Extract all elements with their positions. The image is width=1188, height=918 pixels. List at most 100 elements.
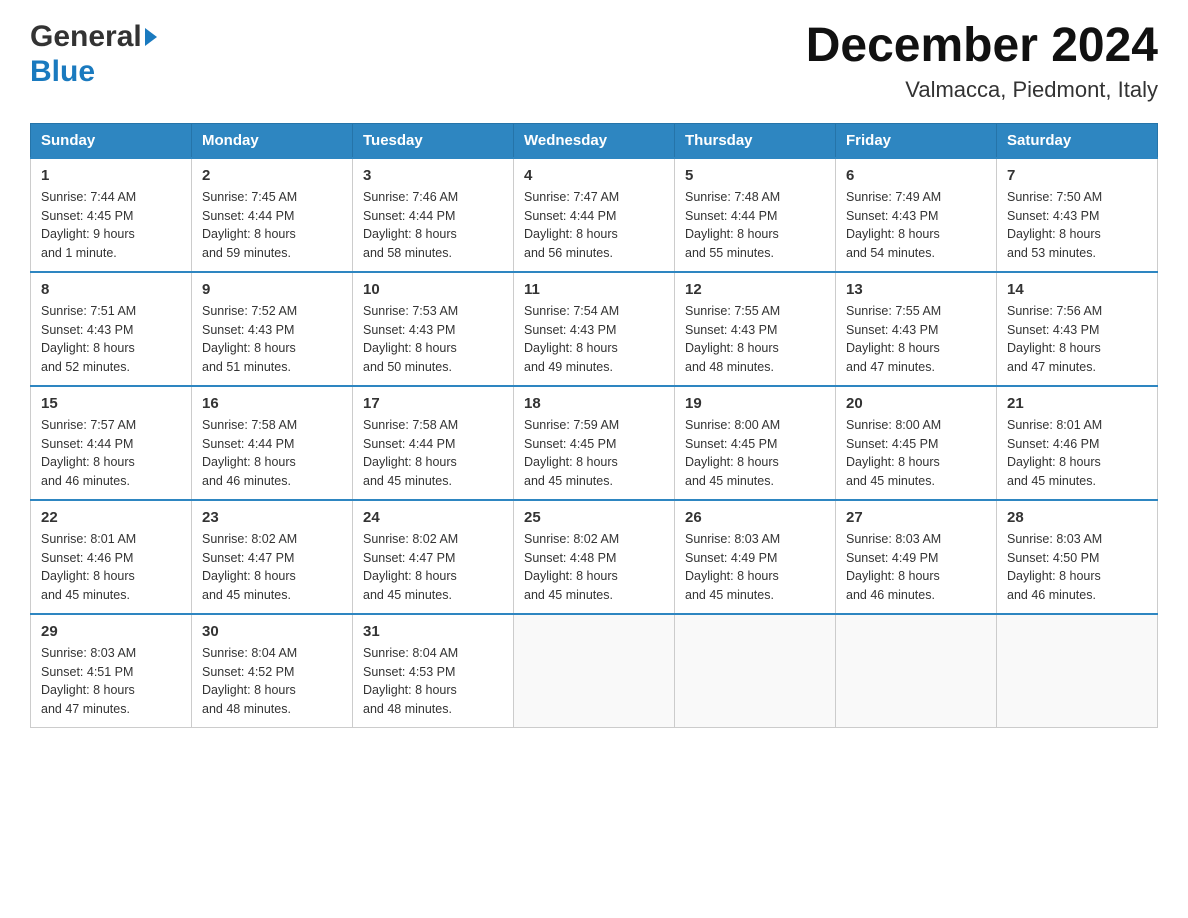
page-subtitle: Valmacca, Piedmont, Italy [806, 77, 1158, 103]
day-cell: 15 Sunrise: 7:57 AMSunset: 4:44 PMDaylig… [31, 386, 192, 500]
day-number: 6 [846, 167, 986, 184]
day-cell: 24 Sunrise: 8:02 AMSunset: 4:47 PMDaylig… [353, 500, 514, 614]
day-number: 25 [524, 509, 664, 526]
day-number: 14 [1007, 281, 1147, 298]
column-header-saturday: Saturday [997, 123, 1158, 158]
logo-blue-text: Blue [30, 55, 157, 90]
day-cell: 31 Sunrise: 8:04 AMSunset: 4:53 PMDaylig… [353, 614, 514, 728]
day-cell: 16 Sunrise: 7:58 AMSunset: 4:44 PMDaylig… [192, 386, 353, 500]
day-info: Sunrise: 7:56 AMSunset: 4:43 PMDaylight:… [1007, 302, 1147, 377]
day-info: Sunrise: 7:47 AMSunset: 4:44 PMDaylight:… [524, 188, 664, 263]
day-info: Sunrise: 7:55 AMSunset: 4:43 PMDaylight:… [685, 302, 825, 377]
day-cell: 8 Sunrise: 7:51 AMSunset: 4:43 PMDayligh… [31, 272, 192, 386]
day-number: 3 [363, 167, 503, 184]
day-cell: 1 Sunrise: 7:44 AMSunset: 4:45 PMDayligh… [31, 158, 192, 272]
day-info: Sunrise: 8:03 AMSunset: 4:50 PMDaylight:… [1007, 530, 1147, 605]
day-cell [997, 614, 1158, 728]
day-info: Sunrise: 7:58 AMSunset: 4:44 PMDaylight:… [202, 416, 342, 491]
day-number: 11 [524, 281, 664, 298]
day-number: 1 [41, 167, 181, 184]
day-cell: 17 Sunrise: 7:58 AMSunset: 4:44 PMDaylig… [353, 386, 514, 500]
column-header-tuesday: Tuesday [353, 123, 514, 158]
day-info: Sunrise: 7:51 AMSunset: 4:43 PMDaylight:… [41, 302, 181, 377]
title-block: December 2024 Valmacca, Piedmont, Italy [806, 20, 1158, 103]
day-info: Sunrise: 7:54 AMSunset: 4:43 PMDaylight:… [524, 302, 664, 377]
day-number: 7 [1007, 167, 1147, 184]
day-info: Sunrise: 7:46 AMSunset: 4:44 PMDaylight:… [363, 188, 503, 263]
day-cell [514, 614, 675, 728]
day-number: 13 [846, 281, 986, 298]
day-info: Sunrise: 8:02 AMSunset: 4:48 PMDaylight:… [524, 530, 664, 605]
day-info: Sunrise: 7:55 AMSunset: 4:43 PMDaylight:… [846, 302, 986, 377]
day-number: 23 [202, 509, 342, 526]
day-number: 28 [1007, 509, 1147, 526]
day-number: 16 [202, 395, 342, 412]
day-cell: 6 Sunrise: 7:49 AMSunset: 4:43 PMDayligh… [836, 158, 997, 272]
day-info: Sunrise: 8:02 AMSunset: 4:47 PMDaylight:… [202, 530, 342, 605]
day-info: Sunrise: 7:58 AMSunset: 4:44 PMDaylight:… [363, 416, 503, 491]
day-cell: 23 Sunrise: 8:02 AMSunset: 4:47 PMDaylig… [192, 500, 353, 614]
day-number: 27 [846, 509, 986, 526]
day-info: Sunrise: 8:00 AMSunset: 4:45 PMDaylight:… [685, 416, 825, 491]
day-info: Sunrise: 8:01 AMSunset: 4:46 PMDaylight:… [41, 530, 181, 605]
logo: General Blue [30, 20, 157, 89]
day-number: 20 [846, 395, 986, 412]
day-info: Sunrise: 7:49 AMSunset: 4:43 PMDaylight:… [846, 188, 986, 263]
day-number: 21 [1007, 395, 1147, 412]
day-cell: 14 Sunrise: 7:56 AMSunset: 4:43 PMDaylig… [997, 272, 1158, 386]
day-cell: 22 Sunrise: 8:01 AMSunset: 4:46 PMDaylig… [31, 500, 192, 614]
calendar-table: SundayMondayTuesdayWednesdayThursdayFrid… [30, 123, 1158, 728]
day-number: 12 [685, 281, 825, 298]
day-cell: 28 Sunrise: 8:03 AMSunset: 4:50 PMDaylig… [997, 500, 1158, 614]
day-number: 29 [41, 623, 181, 640]
day-number: 22 [41, 509, 181, 526]
week-row-1: 1 Sunrise: 7:44 AMSunset: 4:45 PMDayligh… [31, 158, 1158, 272]
week-row-4: 22 Sunrise: 8:01 AMSunset: 4:46 PMDaylig… [31, 500, 1158, 614]
week-row-2: 8 Sunrise: 7:51 AMSunset: 4:43 PMDayligh… [31, 272, 1158, 386]
day-info: Sunrise: 7:50 AMSunset: 4:43 PMDaylight:… [1007, 188, 1147, 263]
day-number: 4 [524, 167, 664, 184]
day-cell [675, 614, 836, 728]
week-row-3: 15 Sunrise: 7:57 AMSunset: 4:44 PMDaylig… [31, 386, 1158, 500]
day-number: 9 [202, 281, 342, 298]
day-number: 10 [363, 281, 503, 298]
day-cell: 19 Sunrise: 8:00 AMSunset: 4:45 PMDaylig… [675, 386, 836, 500]
day-cell: 7 Sunrise: 7:50 AMSunset: 4:43 PMDayligh… [997, 158, 1158, 272]
day-info: Sunrise: 7:45 AMSunset: 4:44 PMDaylight:… [202, 188, 342, 263]
day-info: Sunrise: 8:01 AMSunset: 4:46 PMDaylight:… [1007, 416, 1147, 491]
day-cell: 3 Sunrise: 7:46 AMSunset: 4:44 PMDayligh… [353, 158, 514, 272]
day-number: 26 [685, 509, 825, 526]
day-info: Sunrise: 7:48 AMSunset: 4:44 PMDaylight:… [685, 188, 825, 263]
day-number: 15 [41, 395, 181, 412]
day-cell: 18 Sunrise: 7:59 AMSunset: 4:45 PMDaylig… [514, 386, 675, 500]
day-cell: 9 Sunrise: 7:52 AMSunset: 4:43 PMDayligh… [192, 272, 353, 386]
logo-arrow-icon [145, 28, 157, 46]
day-info: Sunrise: 8:02 AMSunset: 4:47 PMDaylight:… [363, 530, 503, 605]
day-cell: 30 Sunrise: 8:04 AMSunset: 4:52 PMDaylig… [192, 614, 353, 728]
day-info: Sunrise: 8:03 AMSunset: 4:49 PMDaylight:… [685, 530, 825, 605]
day-cell: 21 Sunrise: 8:01 AMSunset: 4:46 PMDaylig… [997, 386, 1158, 500]
day-number: 24 [363, 509, 503, 526]
day-info: Sunrise: 7:59 AMSunset: 4:45 PMDaylight:… [524, 416, 664, 491]
day-cell: 27 Sunrise: 8:03 AMSunset: 4:49 PMDaylig… [836, 500, 997, 614]
day-info: Sunrise: 8:00 AMSunset: 4:45 PMDaylight:… [846, 416, 986, 491]
day-cell: 12 Sunrise: 7:55 AMSunset: 4:43 PMDaylig… [675, 272, 836, 386]
day-info: Sunrise: 8:03 AMSunset: 4:49 PMDaylight:… [846, 530, 986, 605]
day-cell: 25 Sunrise: 8:02 AMSunset: 4:48 PMDaylig… [514, 500, 675, 614]
day-cell: 11 Sunrise: 7:54 AMSunset: 4:43 PMDaylig… [514, 272, 675, 386]
column-header-thursday: Thursday [675, 123, 836, 158]
day-info: Sunrise: 7:44 AMSunset: 4:45 PMDaylight:… [41, 188, 181, 263]
day-info: Sunrise: 7:52 AMSunset: 4:43 PMDaylight:… [202, 302, 342, 377]
day-number: 17 [363, 395, 503, 412]
column-header-sunday: Sunday [31, 123, 192, 158]
day-number: 5 [685, 167, 825, 184]
page-header: General Blue December 2024 Valmacca, Pie… [30, 20, 1158, 103]
logo-general-text: General [30, 20, 142, 55]
day-cell: 2 Sunrise: 7:45 AMSunset: 4:44 PMDayligh… [192, 158, 353, 272]
day-number: 8 [41, 281, 181, 298]
column-header-monday: Monday [192, 123, 353, 158]
day-number: 31 [363, 623, 503, 640]
day-cell [836, 614, 997, 728]
day-cell: 10 Sunrise: 7:53 AMSunset: 4:43 PMDaylig… [353, 272, 514, 386]
day-number: 19 [685, 395, 825, 412]
